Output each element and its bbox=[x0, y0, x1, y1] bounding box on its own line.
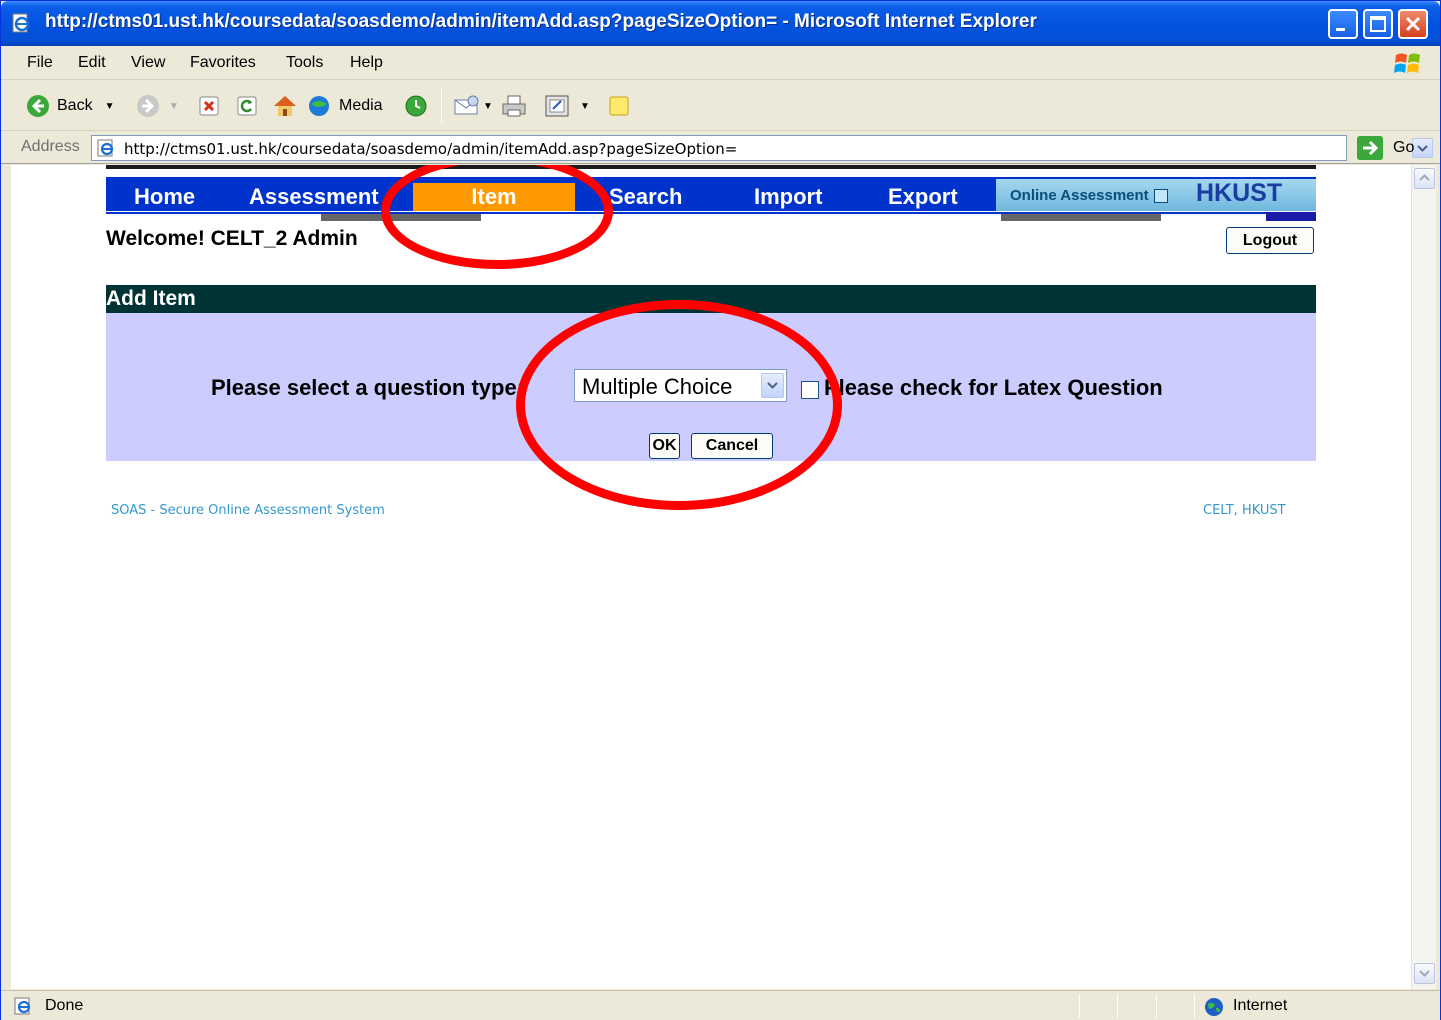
forward-button[interactable]: ▼ bbox=[135, 93, 179, 119]
history-icon bbox=[405, 95, 427, 117]
footer-system-name: SOAS - Secure Online Assessment System bbox=[111, 503, 385, 518]
status-bar: Done Internet bbox=[1, 990, 1440, 1020]
mail-button[interactable]: ▼ bbox=[453, 93, 493, 119]
status-text: Done bbox=[45, 997, 84, 1014]
back-dropdown-icon[interactable]: ▼ bbox=[105, 101, 115, 112]
highlight-ellipse-form bbox=[516, 300, 842, 510]
go-arrow-icon bbox=[1357, 136, 1383, 160]
menu-tools[interactable]: Tools bbox=[286, 54, 323, 72]
maximize-icon bbox=[1370, 16, 1386, 32]
maximize-button[interactable] bbox=[1363, 9, 1393, 39]
ie-page-icon bbox=[97, 139, 114, 157]
chevron-down-icon bbox=[1417, 145, 1428, 152]
scroll-up-button[interactable] bbox=[1414, 168, 1435, 189]
go-label: Go bbox=[1393, 139, 1415, 156]
brand-banner: Online Assessment HKUST bbox=[996, 179, 1316, 211]
address-dropdown-button[interactable] bbox=[1412, 138, 1433, 158]
security-zone-text: Internet bbox=[1233, 997, 1288, 1014]
status-divider bbox=[1194, 994, 1195, 1018]
toolbar-separator bbox=[441, 89, 442, 123]
back-label: Back bbox=[57, 97, 93, 114]
nav-assessment[interactable]: Assessment bbox=[249, 183, 379, 211]
brand-decoration bbox=[1154, 189, 1168, 203]
menu-favorites[interactable]: Favorites bbox=[190, 54, 256, 72]
home-button[interactable] bbox=[272, 93, 298, 119]
address-bar: Address http://ctms01.ust.hk/coursedata/… bbox=[1, 132, 1440, 164]
sticky-note-icon bbox=[609, 96, 629, 116]
close-button[interactable] bbox=[1398, 9, 1428, 39]
brand-subtitle: Online Assessment bbox=[1010, 187, 1149, 204]
nav-home[interactable]: Home bbox=[134, 183, 195, 211]
refresh-icon bbox=[237, 96, 257, 116]
menu-view[interactable]: View bbox=[131, 54, 165, 72]
welcome-message: Welcome! CELT_2 Admin bbox=[106, 227, 358, 250]
print-icon bbox=[502, 95, 526, 117]
nav-import[interactable]: Import bbox=[754, 183, 822, 211]
minimize-button[interactable] bbox=[1328, 9, 1358, 39]
close-icon bbox=[1405, 16, 1421, 32]
menu-help[interactable]: Help bbox=[350, 54, 383, 72]
nav-export[interactable]: Export bbox=[888, 183, 958, 211]
edit-icon bbox=[545, 95, 569, 117]
menu-edit[interactable]: Edit bbox=[78, 54, 106, 72]
edit-dropdown-icon[interactable]: ▼ bbox=[580, 101, 590, 112]
title-bar[interactable]: http://ctms01.ust.hk/coursedata/soasdemo… bbox=[1, 1, 1440, 46]
windows-logo-icon bbox=[1394, 53, 1420, 73]
highlight-ellipse-nav bbox=[381, 165, 613, 269]
print-button[interactable] bbox=[501, 93, 527, 119]
vertical-scrollbar[interactable] bbox=[1411, 165, 1436, 989]
go-button[interactable]: Go bbox=[1357, 135, 1414, 161]
browser-window: http://ctms01.ust.hk/coursedata/soasdemo… bbox=[0, 0, 1441, 1020]
status-divider bbox=[1117, 994, 1118, 1018]
media-label: Media bbox=[339, 97, 383, 114]
globe-icon bbox=[1205, 998, 1223, 1016]
ie-page-icon bbox=[14, 997, 31, 1015]
window-title: http://ctms01.ust.hk/coursedata/soasdemo… bbox=[45, 11, 1037, 32]
chevron-down-icon bbox=[1419, 970, 1430, 977]
forward-arrow-icon bbox=[137, 95, 159, 117]
address-url: http://ctms01.ust.hk/coursedata/soasdemo… bbox=[124, 140, 738, 158]
status-divider bbox=[1156, 994, 1157, 1018]
chevron-up-icon bbox=[1419, 174, 1430, 181]
address-input[interactable]: http://ctms01.ust.hk/coursedata/soasdemo… bbox=[91, 135, 1433, 161]
scroll-down-button[interactable] bbox=[1414, 963, 1435, 984]
back-arrow-icon bbox=[27, 95, 49, 117]
nav-sub-segment bbox=[1001, 214, 1161, 221]
nav-sub-bar bbox=[106, 212, 1316, 224]
stop-icon bbox=[199, 96, 219, 116]
latex-label: Please check for Latex Question bbox=[824, 375, 1163, 400]
nav-search[interactable]: Search bbox=[609, 183, 682, 211]
nav-top-border bbox=[106, 165, 1316, 169]
footer-org: CELT, HKUST bbox=[1203, 503, 1286, 518]
refresh-button[interactable] bbox=[236, 93, 258, 119]
logout-button[interactable]: Logout bbox=[1226, 227, 1314, 254]
site-navigation: Home Assessment Item Search Import Expor… bbox=[106, 165, 1316, 225]
toolbar: Back ▼ ▼ Media ▼ ▼ bbox=[1, 81, 1440, 131]
menu-file[interactable]: File bbox=[27, 54, 53, 72]
history-button[interactable] bbox=[404, 93, 428, 119]
media-icon bbox=[309, 96, 329, 116]
minimize-icon bbox=[1336, 28, 1345, 31]
forward-dropdown-icon[interactable]: ▼ bbox=[169, 101, 179, 112]
ie-page-icon bbox=[12, 13, 30, 33]
home-icon bbox=[274, 96, 296, 116]
edit-button[interactable]: ▼ bbox=[544, 93, 590, 119]
mail-dropdown-icon[interactable]: ▼ bbox=[483, 101, 493, 112]
menu-bar: File Edit View Favorites Tools Help bbox=[1, 46, 1440, 80]
discuss-button[interactable] bbox=[607, 93, 631, 119]
page-viewport: Home Assessment Item Search Import Expor… bbox=[11, 165, 1411, 989]
brand-logo: HKUST bbox=[1196, 179, 1283, 207]
status-divider bbox=[1079, 994, 1080, 1018]
question-type-label: Please select a question type: bbox=[211, 375, 525, 400]
address-label: Address bbox=[21, 138, 80, 155]
brand-underline bbox=[1266, 212, 1316, 221]
mail-icon bbox=[454, 95, 479, 115]
media-button[interactable]: Media bbox=[307, 93, 383, 119]
stop-button[interactable] bbox=[198, 93, 220, 119]
back-button[interactable]: Back ▼ bbox=[25, 93, 114, 119]
